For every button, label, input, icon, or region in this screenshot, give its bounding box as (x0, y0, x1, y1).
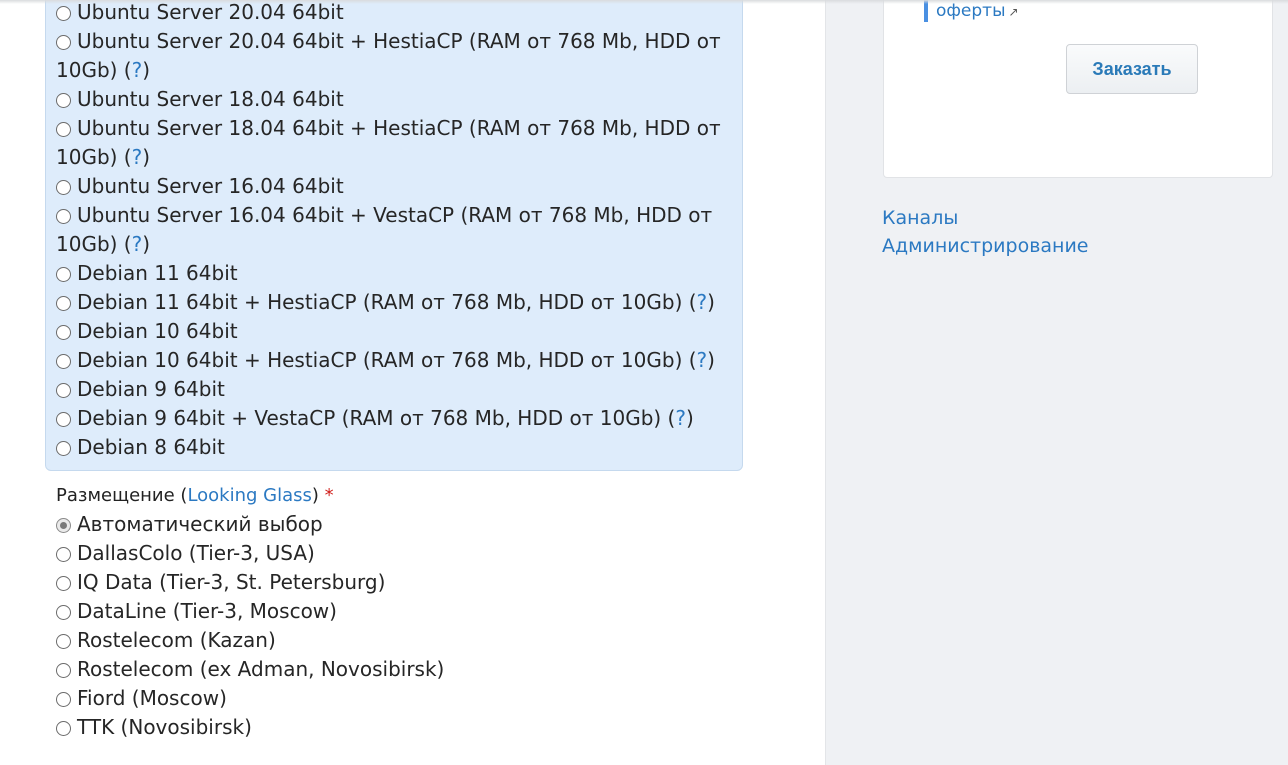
radio-button[interactable] (56, 518, 71, 533)
placement-option-label: IQ Data (Tier-3, St. Petersburg) (77, 570, 386, 594)
os-option-label-close: ) (142, 58, 151, 82)
radio-button[interactable] (56, 692, 71, 707)
main-content: Ubuntu Server 20.04 64bit Ubuntu Server 2… (0, 0, 825, 765)
help-link[interactable]: ? (132, 145, 143, 169)
os-option[interactable]: Ubuntu Server 20.04 64bit + HestiaCP (RA… (56, 27, 721, 56)
radio-button[interactable] (56, 383, 71, 398)
placement-label-close: ) (311, 485, 319, 506)
os-option[interactable]: Debian 10 64bit + HestiaCP (RAM от 768 M… (56, 346, 715, 375)
os-option-label: Debian 10 64bit + HestiaCP (RAM от 768 M… (77, 348, 697, 372)
os-option[interactable]: Debian 9 64bit (56, 375, 225, 404)
help-link[interactable]: ? (132, 58, 143, 82)
os-option-label-cont: 10Gb) ( (56, 145, 132, 169)
os-option-label-close: ) (707, 348, 715, 372)
radio-button[interactable] (56, 576, 71, 591)
os-option-continuation: 10Gb) (?) (56, 56, 150, 85)
radio-button[interactable] (56, 267, 71, 282)
placement-option-label: Автоматический выбор (77, 512, 323, 536)
os-option[interactable]: Debian 11 64bit + HestiaCP (RAM от 768 M… (56, 288, 715, 317)
help-link[interactable]: ? (675, 406, 686, 430)
placement-option-label: Rostelecom (ex Adman, Novosibirsk) (77, 657, 445, 681)
os-option-label: Ubuntu Server 16.04 64bit + VestaCP (RAM… (77, 203, 713, 227)
sidebar-link-administration[interactable]: Администрирование (882, 233, 1089, 259)
required-marker: * (324, 485, 334, 506)
placement-option[interactable]: TTK (Novosibirsk) (56, 713, 252, 742)
placement-option-label: DallasColo (Tier-3, USA) (77, 541, 315, 565)
os-option-label-close: ) (142, 145, 151, 169)
placement-option[interactable]: Автоматический выбор (56, 510, 323, 539)
os-option-label: Debian 11 64bit (77, 261, 238, 285)
placement-option[interactable]: Rostelecom (ex Adman, Novosibirsk) (56, 655, 444, 684)
os-option-label-cont: 10Gb) ( (56, 58, 132, 82)
radio-button[interactable] (56, 180, 71, 195)
os-option[interactable]: Ubuntu Server 18.04 64bit + HestiaCP (RA… (56, 114, 721, 143)
radio-button[interactable] (56, 296, 71, 311)
os-option-label-cont: 10Gb) ( (56, 232, 132, 256)
placement-option-label: DataLine (Tier-3, Moscow) (77, 599, 337, 623)
os-option[interactable]: Debian 8 64bit (56, 433, 225, 462)
help-link[interactable]: ? (132, 232, 143, 256)
os-option[interactable]: Debian 9 64bit + VestaCP (RAM от 768 Mb,… (56, 404, 694, 433)
placement-label-text: Размещение ( (56, 485, 188, 506)
radio-button[interactable] (56, 354, 71, 369)
radio-button[interactable] (56, 663, 71, 678)
placement-option-label: Fiord (Moscow) (77, 686, 227, 710)
placement-option[interactable]: IQ Data (Tier-3, St. Petersburg) (56, 568, 385, 597)
os-option-label: Ubuntu Server 18.04 64bit (77, 87, 344, 111)
placement-option[interactable]: Fiord (Moscow) (56, 684, 227, 713)
radio-button[interactable] (56, 441, 71, 456)
help-link[interactable]: ? (697, 290, 708, 314)
radio-button[interactable] (56, 209, 71, 224)
os-option-label: Ubuntu Server 18.04 64bit + HestiaCP (RA… (77, 116, 721, 140)
os-option-label-close: ) (142, 232, 151, 256)
os-option-continuation: 10Gb) (?) (56, 230, 150, 259)
radio-button[interactable] (56, 122, 71, 137)
order-button[interactable]: Заказать (1066, 44, 1198, 94)
os-option[interactable]: Ubuntu Server 20.04 64bit (56, 0, 344, 27)
os-option-label: Ubuntu Server 20.04 64bit + HestiaCP (RA… (77, 29, 721, 53)
placement-option[interactable]: Rostelecom (Kazan) (56, 626, 276, 655)
radio-button[interactable] (56, 93, 71, 108)
looking-glass-link[interactable]: Looking Glass (187, 485, 311, 506)
placement-option[interactable]: DataLine (Tier-3, Moscow) (56, 597, 337, 626)
os-option-label: Debian 9 64bit (77, 377, 225, 401)
placement-option-label: Rostelecom (Kazan) (77, 628, 276, 652)
placement-option-label: TTK (Novosibirsk) (77, 715, 252, 739)
sidebar-link-channels[interactable]: Каналы (882, 205, 958, 231)
os-option-label: Debian 10 64bit (77, 319, 238, 343)
placement-option[interactable]: DallasColo (Tier-3, USA) (56, 539, 315, 568)
os-option-label-close: ) (707, 290, 715, 314)
os-option[interactable]: Ubuntu Server 18.04 64bit (56, 85, 344, 114)
external-link-icon: ↗ (1008, 5, 1019, 19)
radio-button[interactable] (56, 721, 71, 736)
radio-button[interactable] (56, 634, 71, 649)
os-option-label: Ubuntu Server 16.04 64bit (77, 174, 344, 198)
os-option-label: Debian 11 64bit + HestiaCP (RAM от 768 M… (77, 290, 697, 314)
radio-button[interactable] (56, 547, 71, 562)
os-option[interactable]: Debian 10 64bit (56, 317, 238, 346)
top-shadow (0, 0, 1288, 4)
os-option[interactable]: Debian 11 64bit (56, 259, 238, 288)
os-option[interactable]: Ubuntu Server 16.04 64bit (56, 172, 344, 201)
radio-button[interactable] (56, 6, 71, 21)
os-option-label-close: ) (685, 406, 694, 430)
help-link[interactable]: ? (697, 348, 708, 372)
offer-link-text[interactable]: оферты (936, 1, 1006, 21)
os-option[interactable]: Ubuntu Server 16.04 64bit + VestaCP (RAM… (56, 201, 712, 230)
radio-button[interactable] (56, 605, 71, 620)
os-option-label: Debian 9 64bit + VestaCP (RAM от 768 Mb,… (77, 406, 676, 430)
radio-button[interactable] (56, 412, 71, 427)
radio-button[interactable] (56, 35, 71, 50)
os-option-continuation: 10Gb) (?) (56, 143, 150, 172)
radio-button[interactable] (56, 325, 71, 340)
os-option-label: Debian 8 64bit (77, 435, 225, 459)
placement-label: Размещение (Looking Glass) * (56, 484, 334, 508)
